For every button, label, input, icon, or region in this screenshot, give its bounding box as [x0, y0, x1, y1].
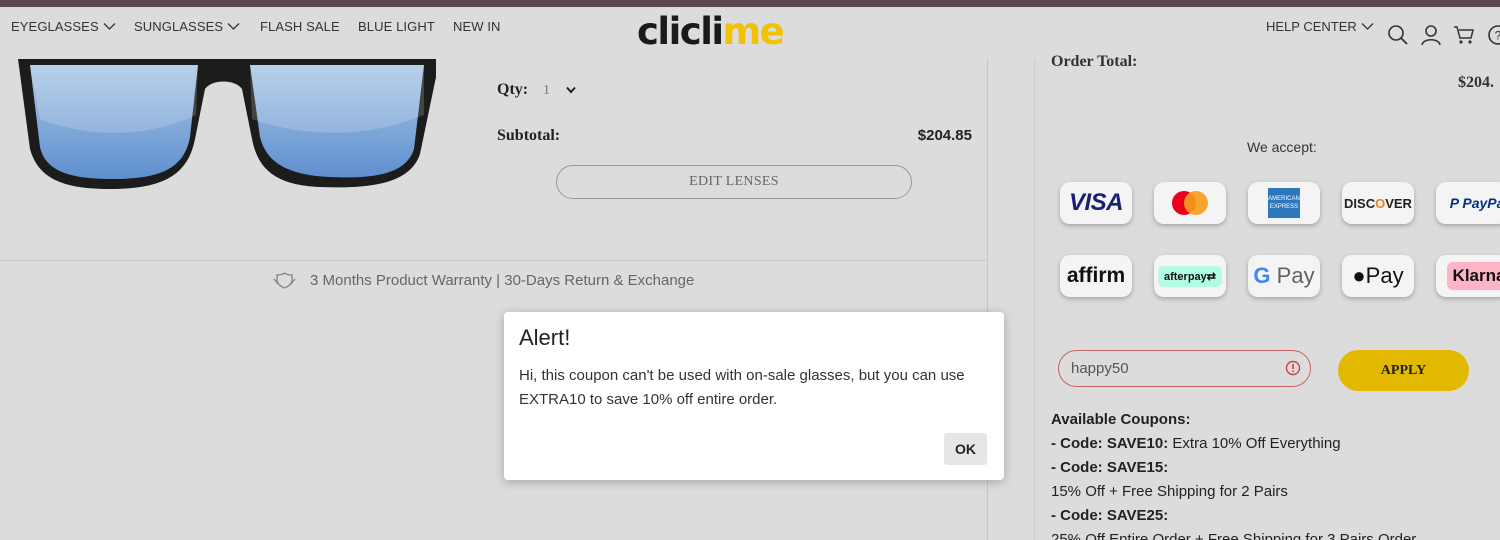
chevron-down-icon [1361, 23, 1374, 30]
search-icon[interactable] [1387, 24, 1409, 46]
logo-text-yellow: me [722, 10, 785, 53]
apply-coupon-button[interactable]: APPLY [1338, 350, 1469, 391]
affirm-icon: affirm [1060, 255, 1132, 297]
coupon-code: - Code: SAVE25: [1051, 507, 1169, 524]
chevron-down-icon [103, 23, 116, 30]
coupon-code: - Code: SAVE15: [1051, 459, 1169, 476]
section-divider [0, 260, 987, 261]
available-coupons-title: Available Coupons: [1051, 411, 1191, 428]
chevron-down-icon [227, 23, 240, 30]
alert-title: Alert! [519, 325, 571, 350]
alert-dialog: Alert! Hi, this coupon can't be used wit… [504, 312, 1004, 480]
nav-eyeglasses-label: EYEGLASSES [11, 19, 99, 34]
nav-sunglasses-label: SUNGLASSES [134, 19, 224, 34]
coupon-desc-line: 15% Off + Free Shipping for 2 Pairs [1051, 483, 1288, 500]
apple-pay-icon: ●Pay [1342, 255, 1414, 297]
user-icon[interactable] [1420, 24, 1442, 46]
help-circle-icon[interactable]: ? [1487, 24, 1500, 46]
visa-card-icon: VISA [1060, 182, 1132, 224]
we-accept-label: We accept: [1247, 139, 1317, 155]
order-total-value: $204. [1458, 74, 1494, 91]
shield-hands-icon [273, 272, 296, 289]
qty-select[interactable]: 1 [543, 83, 550, 99]
nav-new-in-label: NEW IN [453, 19, 501, 34]
nav-blue-light-label: BLUE LIGHT [358, 19, 435, 34]
klarna-icon: Klarna [1436, 255, 1500, 297]
mastercard-icon [1154, 182, 1226, 224]
nav-flash-sale-label: FLASH SALE [260, 19, 340, 34]
subtotal-value: $204.85 [917, 127, 972, 144]
chevron-down-icon[interactable] [566, 86, 576, 94]
afterpay-icon: afterpay⇄ [1154, 255, 1226, 297]
coupon-desc-line: 25% Off Entire Order + Free Shipping for… [1051, 531, 1417, 540]
svg-text:?: ? [1495, 29, 1500, 43]
warranty-text: 3 Months Product Warranty | 30-Days Retu… [310, 271, 695, 289]
warranty-note: 3 Months Product Warranty | 30-Days Retu… [273, 271, 694, 289]
alert-message: Hi, this coupon can't be used with on-sa… [519, 367, 965, 408]
coupon-item: - Code: SAVE15: [1051, 456, 1416, 480]
product-image[interactable] [0, 59, 440, 199]
nav-new-in[interactable]: NEW IN [453, 19, 501, 34]
cart-icon[interactable] [1453, 24, 1475, 46]
site-logo[interactable]: cliclime [637, 10, 785, 53]
order-total-label: Order Total: [1051, 53, 1138, 70]
coupon-desc: Extra 10% Off Everything [1168, 435, 1341, 452]
nav-sunglasses[interactable]: SUNGLASSES [134, 19, 240, 34]
nav-flash-sale[interactable]: FLASH SALE [260, 19, 340, 34]
subtotal-label: Subtotal: [497, 127, 561, 144]
coupon-item: - Code: SAVE25: [1051, 504, 1416, 528]
google-pay-icon: G Pay [1248, 255, 1320, 297]
top-accent-bar [0, 0, 1500, 7]
help-center-label: HELP CENTER [1266, 19, 1357, 34]
edit-lenses-button[interactable]: EDIT LENSES [556, 165, 912, 199]
coupon-code-input[interactable] [1058, 350, 1311, 387]
logo-text-dark: clicli [637, 10, 724, 53]
summary-divider [1034, 59, 1035, 540]
qty-label: Qty: [497, 81, 529, 98]
paypal-icon: P PayPal [1436, 182, 1500, 224]
nav-eyeglasses[interactable]: EYEGLASSES [11, 19, 116, 34]
discover-icon: DISCOVER [1342, 182, 1414, 224]
alert-ok-button[interactable]: OK [944, 433, 987, 465]
error-icon [1285, 360, 1301, 376]
help-center-menu[interactable]: HELP CENTER [1266, 19, 1374, 34]
coupon-code: - Code: SAVE10: [1051, 435, 1169, 452]
coupon-item: - Code: SAVE10: Extra 10% Off Everything [1051, 432, 1416, 456]
amex-icon: AMERICAN EXPRESS [1248, 182, 1320, 224]
nav-blue-light[interactable]: BLUE LIGHT [358, 19, 435, 34]
available-coupons: Available Coupons: - Code: SAVE10: Extra… [1051, 408, 1416, 540]
